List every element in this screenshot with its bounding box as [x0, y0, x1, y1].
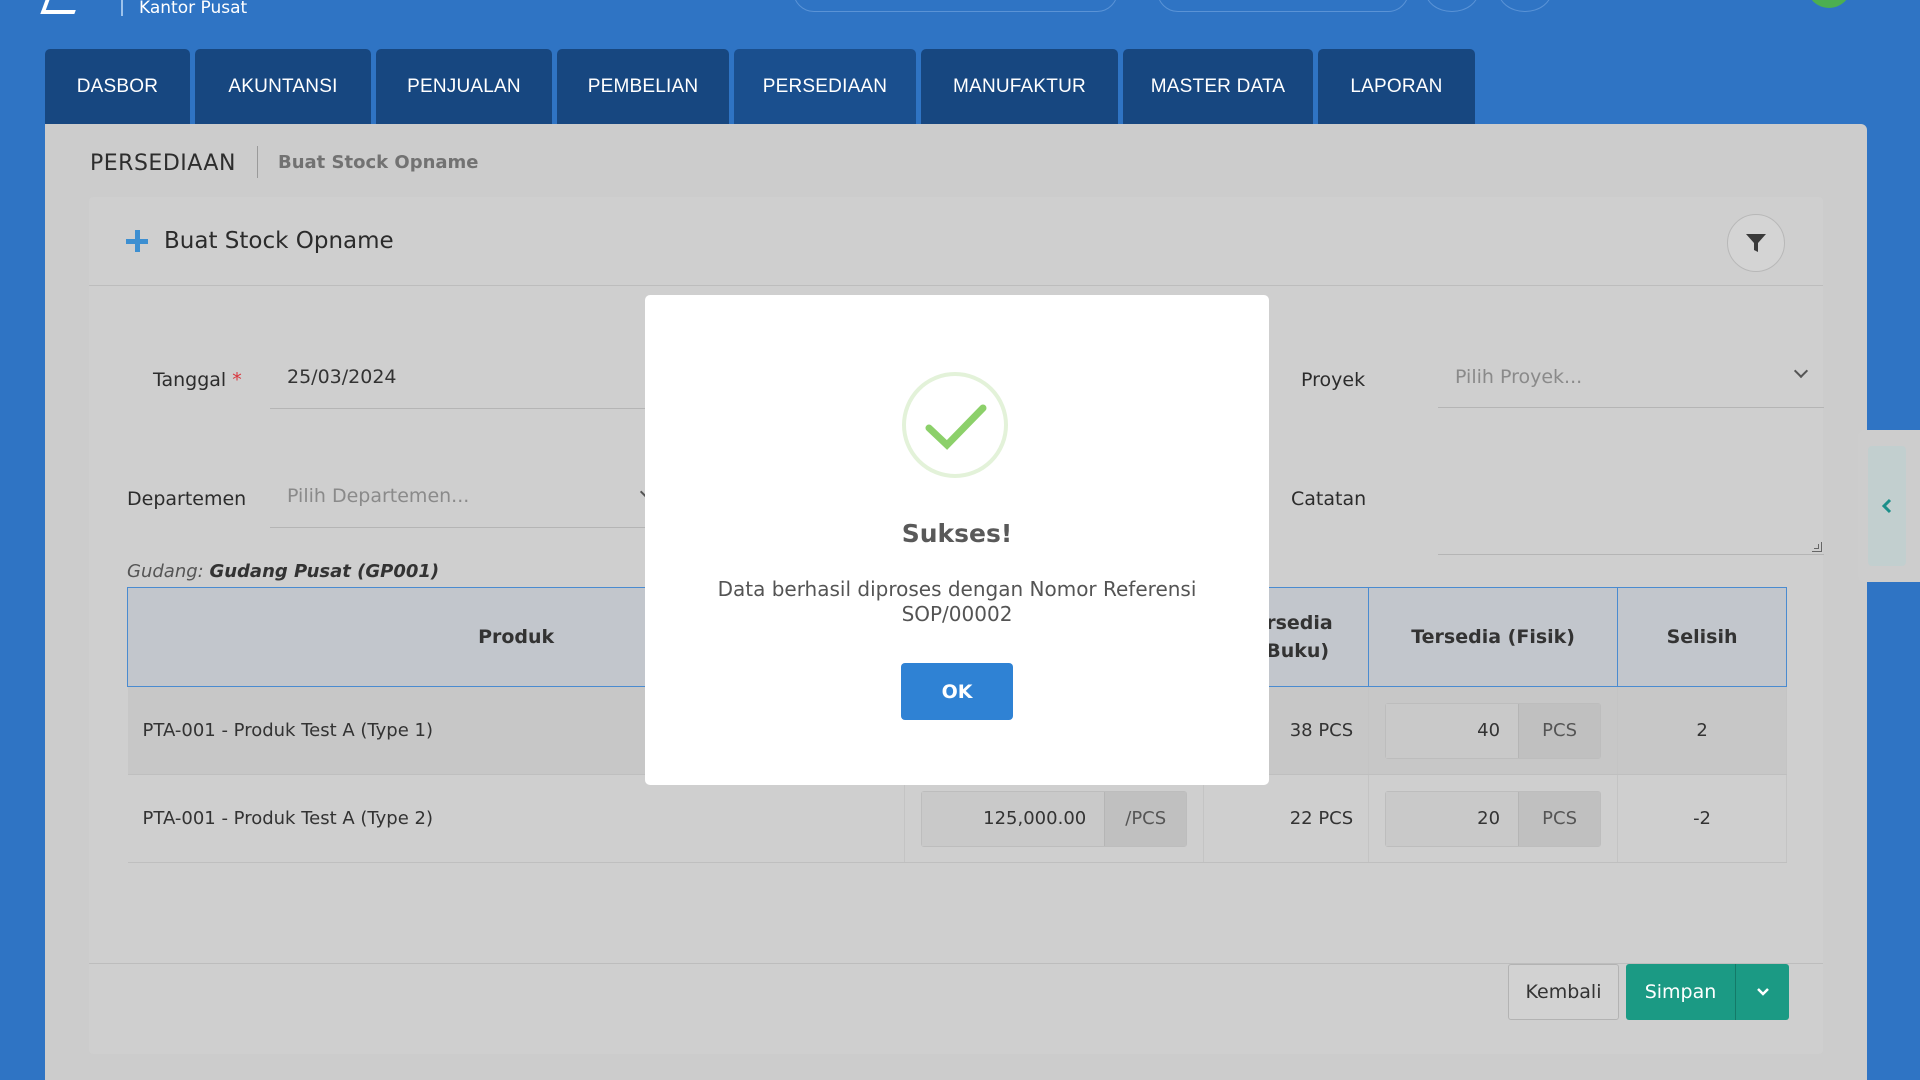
tab-pembelian[interactable]: PEMBELIAN — [557, 49, 729, 124]
filter-icon — [1746, 234, 1766, 252]
project-label: Proyek — [1301, 369, 1366, 391]
physical-stock-cell: 20 PCS — [1368, 774, 1619, 863]
back-button[interactable]: Kembali — [1508, 964, 1619, 1020]
card-title: Buat Stock Opname — [164, 228, 394, 254]
column-header-physical-stock: Tersedia (Fisik) — [1368, 587, 1619, 687]
reference-number: SOP/00002 — [901, 602, 1013, 626]
tab-manufaktur[interactable]: MANUFAKTUR — [921, 49, 1118, 124]
dialog-title: Sukses! — [901, 519, 1013, 548]
chevron-left-icon — [1881, 498, 1892, 514]
checkmark-icon — [925, 404, 987, 450]
side-panel-toggle-inner — [1868, 446, 1906, 566]
date-field[interactable]: 25/03/2024 — [270, 346, 670, 409]
price-cell: 125,000.00 /PCS — [904, 774, 1205, 863]
tab-dasbor[interactable]: DASBOR — [45, 49, 190, 124]
table-row: PTA-001 - Produk Test A (Type 2) 125,000… — [127, 774, 1787, 863]
breadcrumb: Buat Stock Opname — [278, 152, 479, 173]
department-label: Departemen — [127, 488, 247, 510]
physical-unit: PCS — [1518, 703, 1601, 758]
physical-qty-input[interactable]: 40 — [1386, 703, 1519, 758]
main-nav: DASBOR AKUNTANSI PENJUALAN PEMBELIAN PER… — [45, 49, 1480, 124]
tab-akuntansi[interactable]: AKUNTANSI — [195, 49, 371, 124]
logo-separator — [121, 0, 123, 16]
dialog-message-line: Data berhasil diproses dengan Nomor Refe… — [717, 577, 1197, 601]
physical-qty-input[interactable]: 20 — [1386, 791, 1519, 846]
department-select[interactable]: Pilih Departemen... — [270, 465, 670, 528]
top-selector-field[interactable] — [1157, 0, 1409, 12]
top-search-field[interactable] — [793, 0, 1118, 12]
difference-cell: 2 — [1617, 686, 1787, 775]
app-logo[interactable] — [40, 0, 82, 14]
tab-persediaan[interactable]: PERSEDIAAN — [734, 49, 916, 124]
book-stock-cell: 22 PCS — [1203, 774, 1370, 863]
filter-button[interactable] — [1727, 214, 1785, 272]
notes-textarea[interactable] — [1438, 455, 1824, 555]
required-marker: * — [232, 369, 242, 391]
chevron-down-icon — [1793, 363, 1809, 379]
success-dialog: Sukses! Data berhasil diproses dengan No… — [645, 295, 1269, 785]
chevron-down-icon — [1756, 988, 1769, 996]
difference-cell: -2 — [1617, 774, 1787, 863]
page-title: PERSEDIAAN — [90, 151, 236, 176]
top-icon-button-2[interactable] — [1498, 0, 1552, 12]
branch-name[interactable]: Kantor Pusat — [139, 0, 247, 18]
save-button[interactable]: Simpan — [1626, 964, 1735, 1020]
price-unit: /PCS — [1104, 791, 1187, 846]
dialog-message: Data berhasil diproses dengan Nomor Refe… — [705, 577, 1209, 627]
resize-handle[interactable] — [1812, 542, 1822, 552]
success-ring — [902, 372, 1008, 478]
notes-label: Catatan — [1291, 488, 1367, 510]
card-header: Buat Stock Opname — [89, 197, 1823, 286]
column-header-difference: Selisih — [1617, 587, 1787, 687]
top-bar: Kantor Pusat — [0, 0, 1920, 48]
tab-penjualan[interactable]: PENJUALAN — [376, 49, 552, 124]
ok-button[interactable]: OK — [901, 663, 1013, 720]
physical-stock-cell: 40 PCS — [1368, 686, 1619, 775]
date-label: Tanggal * — [153, 369, 242, 391]
project-select-placeholder: Pilih Proyek... — [1455, 365, 1583, 388]
side-panel-toggle[interactable] — [1858, 430, 1920, 582]
physical-unit: PCS — [1518, 791, 1601, 846]
plus-icon — [126, 230, 148, 252]
price-input[interactable]: 125,000.00 — [922, 791, 1105, 846]
tab-master-data[interactable]: MASTER DATA — [1123, 49, 1313, 124]
project-select[interactable]: Pilih Proyek... — [1438, 346, 1824, 408]
warehouse-value: Gudang Pusat (GP001) — [209, 561, 440, 582]
tab-laporan[interactable]: LAPORAN — [1318, 49, 1475, 124]
breadcrumb-divider — [257, 146, 258, 178]
warehouse-info: Gudang: Gudang Pusat (GP001) — [127, 561, 440, 582]
department-select-placeholder: Pilih Departemen... — [287, 485, 470, 507]
product-cell: PTA-001 - Produk Test A (Type 2) — [127, 774, 906, 863]
save-options-button[interactable] — [1735, 964, 1789, 1020]
top-icon-button-1[interactable] — [1425, 0, 1479, 12]
avatar[interactable] — [1808, 0, 1850, 8]
